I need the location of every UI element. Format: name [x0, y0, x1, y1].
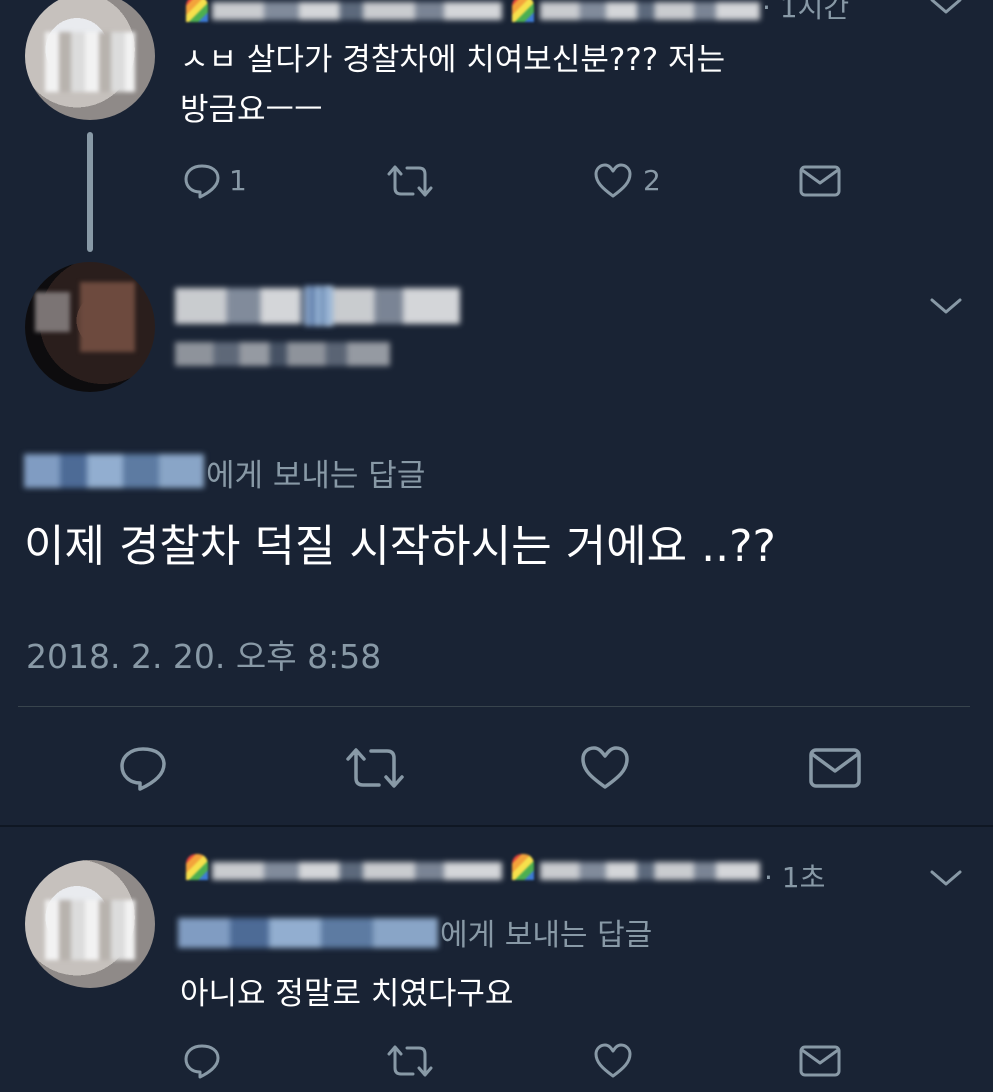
tweet-time[interactable]: · 1시간: [762, 0, 849, 26]
tweet-text-line-1: ㅅㅂ 살다가 경찰차에 치여보신분??? 저는: [180, 42, 726, 78]
heart-icon[interactable]: [592, 162, 634, 200]
tweet-3[interactable]: · 1초 에게 보내는 답글 아니요 정말로 치였다구요: [0, 828, 993, 1092]
thread-line: [87, 132, 93, 252]
envelope-icon[interactable]: [798, 162, 842, 200]
name-emoji: [305, 286, 333, 326]
avatar[interactable]: [25, 0, 155, 120]
reply-to-handle-censored[interactable]: [24, 454, 204, 488]
like-count: 2: [643, 164, 661, 197]
avatar[interactable]: [25, 262, 155, 392]
heart-icon[interactable]: [592, 1042, 634, 1080]
tweet-text: 이제 경찰차 덕질 시작하시는 거에요 ..??: [24, 521, 776, 572]
reply-to-label: 에게 보내는 답글: [440, 918, 653, 953]
heart-icon[interactable]: [578, 744, 632, 792]
divider: [18, 706, 970, 707]
retweet-icon[interactable]: [385, 162, 435, 200]
tweet-timestamp[interactable]: 2018. 2. 20. 오후 8:58: [26, 630, 381, 678]
name-emoji: [512, 0, 534, 22]
retweet-icon[interactable]: [343, 744, 407, 792]
reply-bubble-icon[interactable]: [182, 1042, 222, 1080]
tweet-time[interactable]: · 1초: [764, 856, 825, 896]
chevron-down-icon[interactable]: [928, 868, 964, 890]
avatar[interactable]: [25, 860, 155, 988]
envelope-icon[interactable]: [807, 744, 863, 792]
tweet-2[interactable]: 에게 보내는 답글 이제 경찰차 덕질 시작하시는 거에요 ..?? 2018.…: [0, 250, 993, 827]
name-emoji: [512, 854, 534, 880]
name-emoji: [186, 854, 208, 880]
handle-censored[interactable]: [175, 342, 390, 366]
tweet-text: 아니요 정말로 치였다구요: [180, 976, 514, 1012]
retweet-icon[interactable]: [385, 1042, 435, 1080]
handle-censored[interactable]: [540, 862, 760, 880]
tweet-text-line-2: 방금요ㅡㅡ: [180, 92, 323, 128]
handle-censored[interactable]: [540, 2, 760, 20]
tweet-1[interactable]: · 1시간 ㅅㅂ 살다가 경찰차에 치여보신분??? 저는 방금요ㅡㅡ 1 2: [0, 0, 993, 252]
chevron-down-icon[interactable]: [928, 0, 964, 18]
reply-count: 1: [229, 164, 247, 197]
divider: [0, 825, 993, 827]
reply-bubble-icon[interactable]: [182, 162, 222, 200]
reply-to-label: 에게 보내는 답글: [206, 458, 426, 494]
envelope-icon[interactable]: [798, 1042, 842, 1080]
timeline: · 1시간 ㅅㅂ 살다가 경찰차에 치여보신분??? 저는 방금요ㅡㅡ 1 2: [0, 0, 993, 1092]
display-name-censored[interactable]: [212, 862, 502, 880]
name-emoji: [186, 0, 208, 22]
display-name-censored[interactable]: [212, 2, 502, 20]
reply-to-handle-censored[interactable]: [178, 918, 438, 948]
reply-bubble-icon[interactable]: [117, 744, 169, 792]
chevron-down-icon[interactable]: [928, 296, 964, 318]
